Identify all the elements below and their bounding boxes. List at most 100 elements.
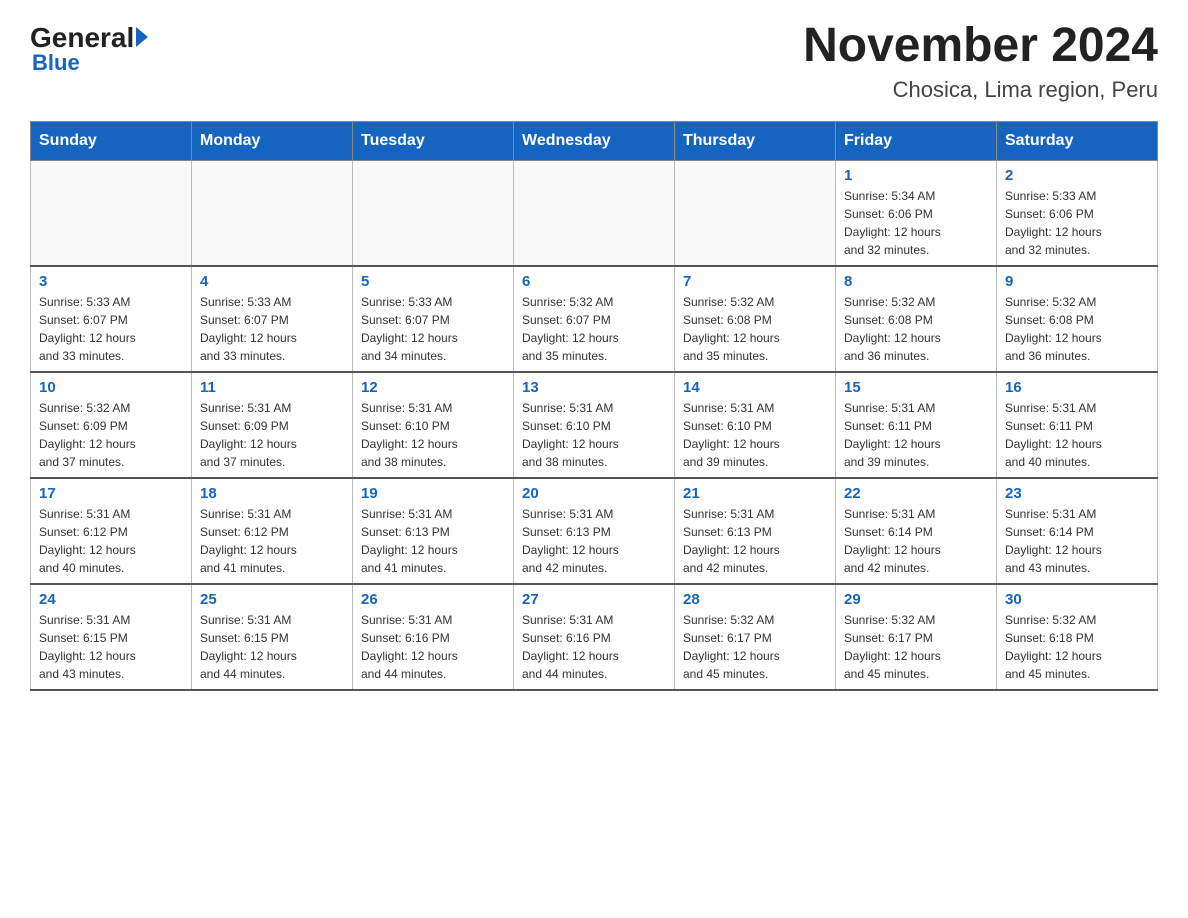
day-info: Sunrise: 5:32 AM Sunset: 6:08 PM Dayligh… bbox=[844, 293, 988, 365]
day-info: Sunrise: 5:32 AM Sunset: 6:08 PM Dayligh… bbox=[1005, 293, 1149, 365]
day-number: 21 bbox=[683, 485, 827, 502]
day-info: Sunrise: 5:31 AM Sunset: 6:15 PM Dayligh… bbox=[200, 611, 344, 683]
calendar-day-cell: 24Sunrise: 5:31 AM Sunset: 6:15 PM Dayli… bbox=[31, 584, 192, 690]
day-number: 20 bbox=[522, 485, 666, 502]
calendar-day-cell: 12 Sunrise: 5:31 AM Sunset: 6:10 PM Dayli… bbox=[353, 372, 514, 478]
calendar-day-header: Wednesday bbox=[514, 121, 675, 160]
logo-general-text: General bbox=[30, 24, 134, 52]
calendar-day-cell: 20 Sunrise: 5:31 AM Sunset: 6:13 PM Dayli… bbox=[514, 478, 675, 584]
day-number: 22 bbox=[844, 485, 988, 502]
calendar-day-cell: 21 Sunrise: 5:31 AM Sunset: 6:13 PM Dayli… bbox=[675, 478, 836, 584]
calendar-day-cell: 29 Sunrise: 5:32 AM Sunset: 6:17 PM Dayli… bbox=[836, 584, 997, 690]
day-info: Sunrise: 5:33 AM Sunset: 6:07 PM Dayligh… bbox=[39, 293, 183, 365]
calendar-day-cell: 9 Sunrise: 5:32 AM Sunset: 6:08 PM Daylig… bbox=[997, 266, 1158, 372]
day-info: Sunrise: 5:32 AM Sunset: 6:08 PM Dayligh… bbox=[683, 293, 827, 365]
calendar-day-cell bbox=[675, 160, 836, 266]
day-number: 13 bbox=[522, 379, 666, 396]
day-info: Sunrise: 5:32 AM Sunset: 6:09 PM Dayligh… bbox=[39, 399, 183, 471]
day-info: Sunrise: 5:32 AM Sunset: 6:18 PM Dayligh… bbox=[1005, 611, 1149, 683]
day-number: 29 bbox=[844, 591, 988, 608]
calendar-day-header: Friday bbox=[836, 121, 997, 160]
calendar-subtitle: Chosica, Lima region, Peru bbox=[803, 77, 1158, 103]
day-info: Sunrise: 5:31 AM Sunset: 6:13 PM Dayligh… bbox=[683, 505, 827, 577]
day-number: 18 bbox=[200, 485, 344, 502]
day-info: Sunrise: 5:31 AM Sunset: 6:10 PM Dayligh… bbox=[683, 399, 827, 471]
calendar-day-cell: 14 Sunrise: 5:31 AM Sunset: 6:10 PM Dayli… bbox=[675, 372, 836, 478]
day-info: Sunrise: 5:31 AM Sunset: 6:12 PM Dayligh… bbox=[39, 505, 183, 577]
logo-general: General bbox=[30, 24, 148, 52]
day-info: Sunrise: 5:31 AM Sunset: 6:10 PM Dayligh… bbox=[522, 399, 666, 471]
calendar-day-cell: 25 Sunrise: 5:31 AM Sunset: 6:15 PM Dayli… bbox=[192, 584, 353, 690]
day-number: 4 bbox=[200, 273, 344, 290]
logo-arrow-icon bbox=[136, 27, 148, 47]
day-number: 2 bbox=[1005, 167, 1149, 184]
calendar-week-row: 17Sunrise: 5:31 AM Sunset: 6:12 PM Dayli… bbox=[31, 478, 1158, 584]
logo-blue-text: Blue bbox=[32, 50, 80, 76]
day-info: Sunrise: 5:33 AM Sunset: 6:07 PM Dayligh… bbox=[361, 293, 505, 365]
calendar-day-cell: 5 Sunrise: 5:33 AM Sunset: 6:07 PM Daylig… bbox=[353, 266, 514, 372]
day-info: Sunrise: 5:31 AM Sunset: 6:13 PM Dayligh… bbox=[361, 505, 505, 577]
day-number: 12 bbox=[361, 379, 505, 396]
calendar-day-cell: 28Sunrise: 5:32 AM Sunset: 6:17 PM Dayli… bbox=[675, 584, 836, 690]
calendar-day-header: Saturday bbox=[997, 121, 1158, 160]
day-number: 30 bbox=[1005, 591, 1149, 608]
day-info: Sunrise: 5:31 AM Sunset: 6:10 PM Dayligh… bbox=[361, 399, 505, 471]
calendar-day-cell bbox=[514, 160, 675, 266]
day-number: 3 bbox=[39, 273, 183, 290]
day-number: 5 bbox=[361, 273, 505, 290]
day-number: 7 bbox=[683, 273, 827, 290]
calendar-day-cell: 7 Sunrise: 5:32 AM Sunset: 6:08 PM Daylig… bbox=[675, 266, 836, 372]
calendar-title: November 2024 bbox=[803, 20, 1158, 73]
calendar-day-header: Thursday bbox=[675, 121, 836, 160]
day-info: Sunrise: 5:31 AM Sunset: 6:16 PM Dayligh… bbox=[361, 611, 505, 683]
calendar-body: 1Sunrise: 5:34 AM Sunset: 6:06 PM Daylig… bbox=[31, 160, 1158, 690]
calendar-day-cell: 6 Sunrise: 5:32 AM Sunset: 6:07 PM Daylig… bbox=[514, 266, 675, 372]
day-info: Sunrise: 5:32 AM Sunset: 6:17 PM Dayligh… bbox=[844, 611, 988, 683]
calendar-week-row: 10 Sunrise: 5:32 AM Sunset: 6:09 PM Dayli… bbox=[31, 372, 1158, 478]
day-number: 14 bbox=[683, 379, 827, 396]
day-number: 6 bbox=[522, 273, 666, 290]
calendar-day-cell: 27 Sunrise: 5:31 AM Sunset: 6:16 PM Dayli… bbox=[514, 584, 675, 690]
day-info: Sunrise: 5:31 AM Sunset: 6:15 PM Dayligh… bbox=[39, 611, 183, 683]
calendar-week-row: 1Sunrise: 5:34 AM Sunset: 6:06 PM Daylig… bbox=[31, 160, 1158, 266]
day-info: Sunrise: 5:32 AM Sunset: 6:07 PM Dayligh… bbox=[522, 293, 666, 365]
day-number: 9 bbox=[1005, 273, 1149, 290]
calendar-day-cell bbox=[31, 160, 192, 266]
calendar-day-cell: 15Sunrise: 5:31 AM Sunset: 6:11 PM Dayli… bbox=[836, 372, 997, 478]
day-number: 10 bbox=[39, 379, 183, 396]
day-number: 11 bbox=[200, 379, 344, 396]
day-info: Sunrise: 5:31 AM Sunset: 6:14 PM Dayligh… bbox=[844, 505, 988, 577]
calendar-day-cell: 18Sunrise: 5:31 AM Sunset: 6:12 PM Dayli… bbox=[192, 478, 353, 584]
calendar-day-cell bbox=[192, 160, 353, 266]
title-block: November 2024 Chosica, Lima region, Peru bbox=[803, 20, 1158, 103]
calendar-day-cell: 26 Sunrise: 5:31 AM Sunset: 6:16 PM Dayli… bbox=[353, 584, 514, 690]
calendar-day-cell: 2 Sunrise: 5:33 AM Sunset: 6:06 PM Daylig… bbox=[997, 160, 1158, 266]
day-number: 27 bbox=[522, 591, 666, 608]
day-info: Sunrise: 5:31 AM Sunset: 6:09 PM Dayligh… bbox=[200, 399, 344, 471]
day-info: Sunrise: 5:33 AM Sunset: 6:06 PM Dayligh… bbox=[1005, 187, 1149, 259]
calendar-header-row: SundayMondayTuesdayWednesdayThursdayFrid… bbox=[31, 121, 1158, 160]
calendar-day-cell: 11 Sunrise: 5:31 AM Sunset: 6:09 PM Dayli… bbox=[192, 372, 353, 478]
calendar-day-cell: 22 Sunrise: 5:31 AM Sunset: 6:14 PM Dayli… bbox=[836, 478, 997, 584]
day-info: Sunrise: 5:31 AM Sunset: 6:13 PM Dayligh… bbox=[522, 505, 666, 577]
calendar-week-row: 3 Sunrise: 5:33 AM Sunset: 6:07 PM Daylig… bbox=[31, 266, 1158, 372]
calendar-day-cell: 3 Sunrise: 5:33 AM Sunset: 6:07 PM Daylig… bbox=[31, 266, 192, 372]
day-number: 23 bbox=[1005, 485, 1149, 502]
logo: General Blue bbox=[30, 20, 148, 76]
day-info: Sunrise: 5:31 AM Sunset: 6:16 PM Dayligh… bbox=[522, 611, 666, 683]
day-number: 25 bbox=[200, 591, 344, 608]
calendar-day-header: Monday bbox=[192, 121, 353, 160]
calendar-day-cell: 23Sunrise: 5:31 AM Sunset: 6:14 PM Dayli… bbox=[997, 478, 1158, 584]
day-number: 15 bbox=[844, 379, 988, 396]
day-info: Sunrise: 5:32 AM Sunset: 6:17 PM Dayligh… bbox=[683, 611, 827, 683]
calendar-day-cell: 16Sunrise: 5:31 AM Sunset: 6:11 PM Dayli… bbox=[997, 372, 1158, 478]
calendar-day-cell: 8Sunrise: 5:32 AM Sunset: 6:08 PM Daylig… bbox=[836, 266, 997, 372]
calendar-day-header: Tuesday bbox=[353, 121, 514, 160]
calendar-week-row: 24Sunrise: 5:31 AM Sunset: 6:15 PM Dayli… bbox=[31, 584, 1158, 690]
calendar-day-cell: 30 Sunrise: 5:32 AM Sunset: 6:18 PM Dayli… bbox=[997, 584, 1158, 690]
calendar-table: SundayMondayTuesdayWednesdayThursdayFrid… bbox=[30, 121, 1158, 691]
calendar-day-cell: 4Sunrise: 5:33 AM Sunset: 6:07 PM Daylig… bbox=[192, 266, 353, 372]
day-info: Sunrise: 5:34 AM Sunset: 6:06 PM Dayligh… bbox=[844, 187, 988, 259]
day-info: Sunrise: 5:31 AM Sunset: 6:11 PM Dayligh… bbox=[1005, 399, 1149, 471]
day-number: 26 bbox=[361, 591, 505, 608]
